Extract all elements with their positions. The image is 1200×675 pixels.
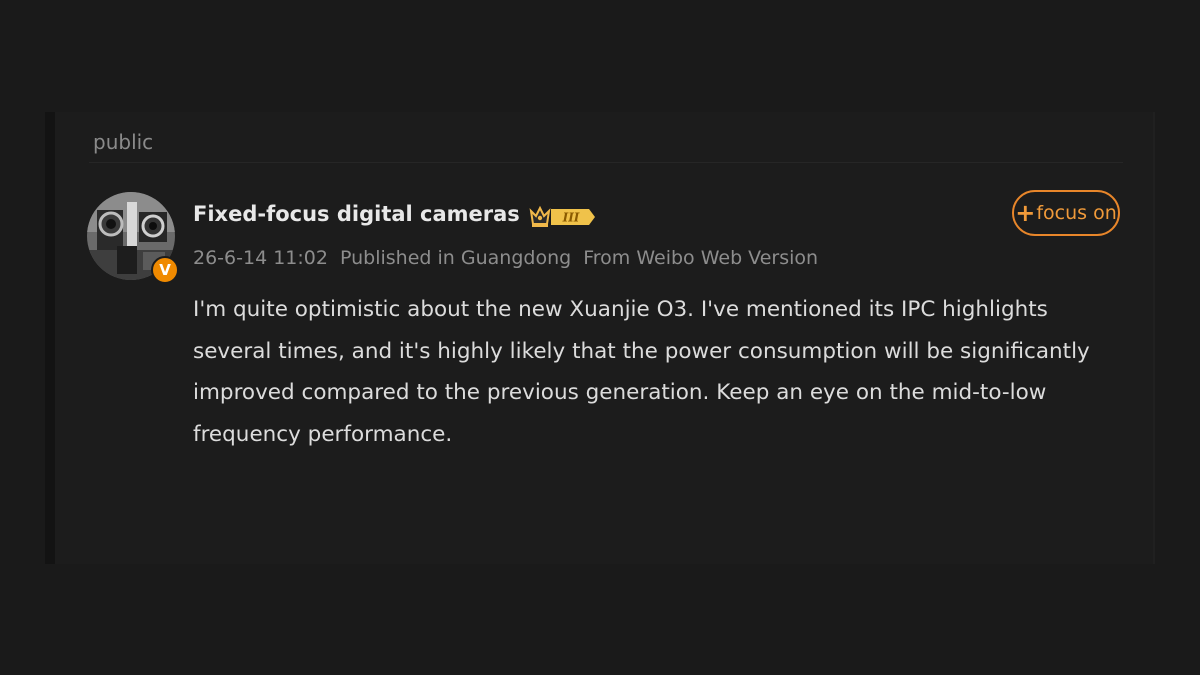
post-source: From Weibo Web Version [583,247,819,269]
follow-button-label: focus on [1036,202,1117,224]
crown-level-badge-icon[interactable]: III [529,204,597,230]
verified-badge-icon: V [151,256,179,284]
divider [89,162,1123,163]
post-content: I'm quite optimistic about the new Xuanj… [193,297,1090,447]
follow-button[interactable]: + focus on [1012,190,1120,236]
level-badge-label: III [562,211,580,225]
post-timestamp[interactable]: 26-6-14 11:02 [193,247,328,269]
plus-icon: + [1015,199,1036,227]
post-location: Published in Guangdong [340,247,572,269]
visibility-label: public [93,130,154,154]
post-meta: 26-6-14 11:02 Published in Guangdong Fro… [193,247,824,269]
author-name[interactable]: Fixed-focus digital cameras [193,202,520,226]
post-card: public V Fixed-focus digital cameras III… [45,112,1155,564]
